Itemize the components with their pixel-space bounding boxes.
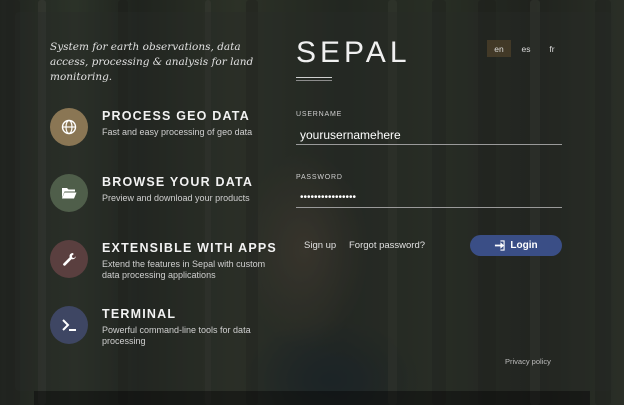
sepal-logo: SEPAL [296, 36, 411, 69]
username-input[interactable] [296, 125, 562, 145]
feature-description: Powerful command-line tools for data pro… [102, 325, 251, 346]
feature-title: PROCESS GEO DATA [102, 109, 250, 123]
tagline: System for earth observations, data acce… [50, 41, 254, 83]
username-label: USERNAME [296, 111, 343, 118]
feature-title: EXTENSIBLE WITH APPS [102, 241, 277, 255]
folder-open-icon [50, 174, 88, 212]
language-es[interactable]: es [515, 40, 537, 57]
feature-extensible-with-apps: EXTENSIBLE WITH APPS Extend the features… [50, 240, 300, 280]
wrench-icon [50, 240, 88, 278]
login-button[interactable]: Login [470, 235, 562, 256]
bottom-strip [34, 391, 590, 405]
sign-up-link[interactable]: Sign up [304, 240, 336, 251]
privacy-policy-link[interactable]: Privacy policy [505, 357, 551, 366]
feature-browse-your-data: BROWSE YOUR DATA Preview and download yo… [50, 174, 300, 214]
logo-underline [296, 77, 332, 78]
sign-in-icon [495, 240, 506, 251]
password-label: PASSWORD [296, 174, 343, 181]
feature-description: Extend the features in Sepal with custom… [102, 259, 266, 280]
feature-description: Fast and easy processing of geo data [102, 127, 253, 137]
language-fr[interactable]: fr [541, 40, 563, 57]
feature-terminal: TERMINAL Powerful command-line tools for… [50, 306, 300, 346]
feature-title: TERMINAL [102, 307, 177, 321]
language-en[interactable]: en [487, 40, 511, 57]
globe-icon [50, 108, 88, 146]
feature-description: Preview and download your products [102, 193, 250, 203]
logo-underline [296, 80, 332, 81]
login-label: Login [510, 240, 538, 251]
feature-process-geo-data: PROCESS GEO DATA Fast and easy processin… [50, 108, 300, 148]
feature-title: BROWSE YOUR DATA [102, 175, 254, 189]
password-input[interactable] [296, 188, 562, 208]
terminal-icon [50, 306, 88, 344]
forgot-password-link[interactable]: Forgot password? [349, 240, 425, 251]
